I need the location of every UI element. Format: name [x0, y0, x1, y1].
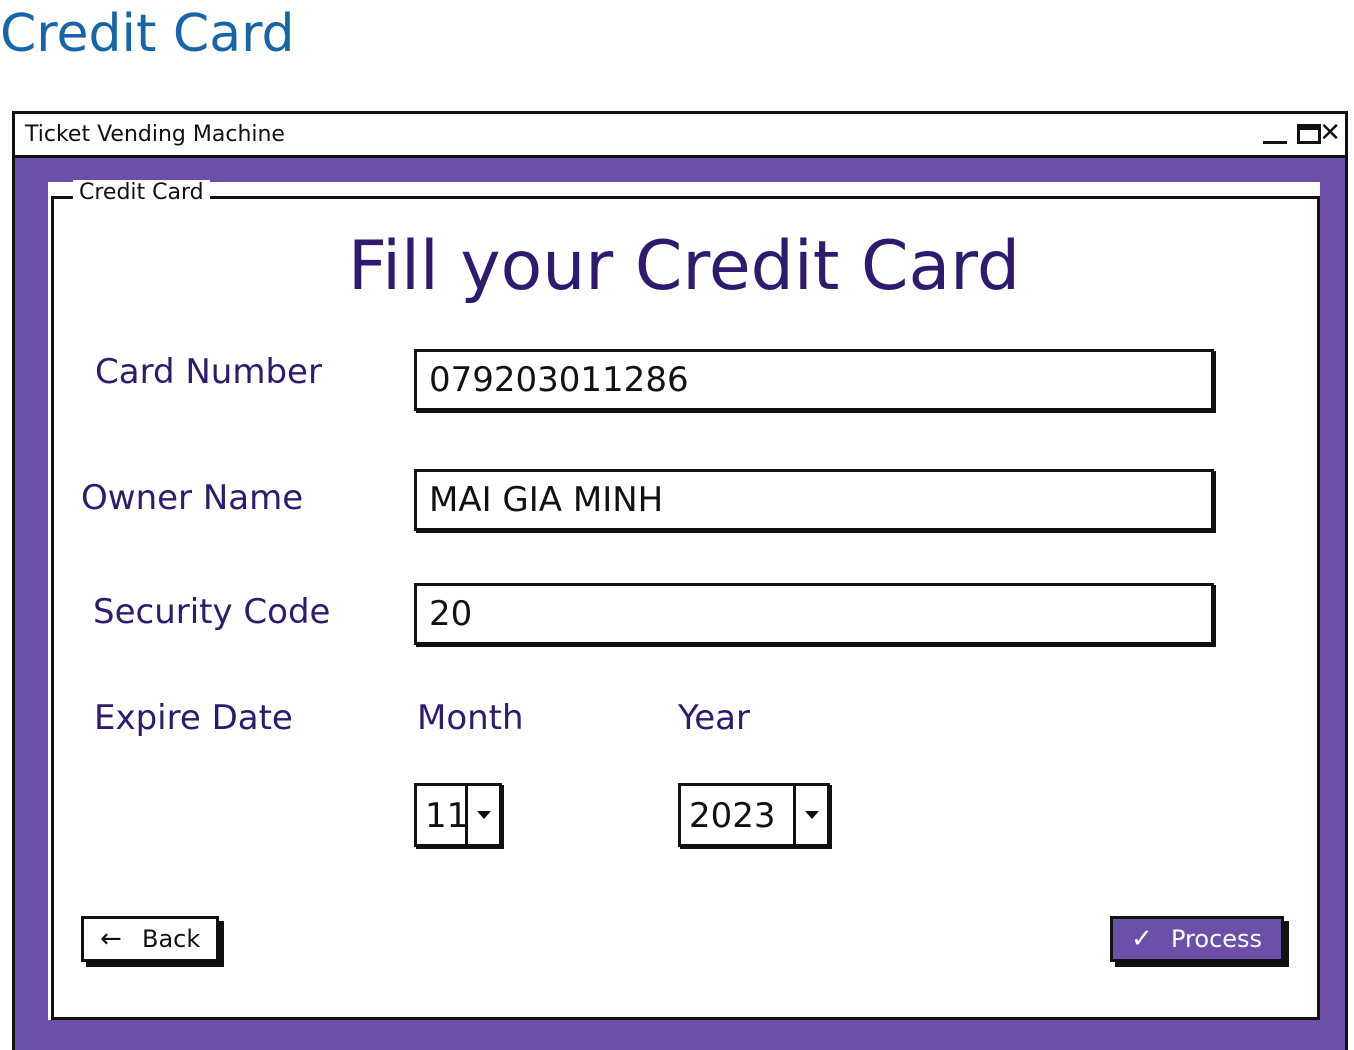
owner-name-value: MAI GIA MINH	[429, 480, 664, 520]
chevron-down-icon[interactable]	[465, 786, 499, 844]
window-titlebar: Ticket Vending Machine ✕	[15, 114, 1345, 158]
card-number-value: 079203011286	[429, 360, 689, 400]
maximize-icon[interactable]	[1297, 124, 1321, 144]
page-title: Credit Card	[0, 4, 295, 64]
year-label: Year	[678, 698, 750, 738]
minimize-icon[interactable]	[1263, 120, 1287, 144]
window-title: Ticket Vending Machine	[25, 122, 285, 147]
process-button-label: Process	[1171, 925, 1263, 953]
form-heading: Fill your Credit Card	[347, 227, 1021, 306]
panel-legend: Credit Card	[73, 180, 210, 205]
security-code-label: Security Code	[93, 592, 331, 632]
chevron-down-icon[interactable]	[793, 786, 827, 844]
check-icon: ✓	[1131, 924, 1153, 954]
year-select[interactable]: 2023	[678, 783, 830, 847]
month-label: Month	[417, 698, 524, 738]
month-select-value: 11	[425, 796, 469, 836]
back-button[interactable]: ← Back	[81, 916, 219, 962]
card-number-label: Card Number	[95, 352, 322, 392]
close-icon[interactable]: ✕	[1319, 118, 1341, 148]
month-select[interactable]: 11	[414, 783, 502, 847]
security-code-field[interactable]: 20	[414, 583, 1214, 645]
arrow-left-icon: ←	[100, 924, 122, 954]
owner-name-label: Owner Name	[81, 478, 304, 518]
security-code-value: 20	[429, 594, 473, 634]
expire-date-label: Expire Date	[94, 698, 293, 738]
back-button-label: Back	[142, 925, 201, 953]
app-window: Ticket Vending Machine ✕ Credit Card Fil…	[12, 111, 1348, 1050]
credit-card-panel: Credit Card Fill your Credit Card Card N…	[48, 180, 1320, 1020]
process-button[interactable]: ✓ Process	[1110, 916, 1284, 962]
card-number-field[interactable]: 079203011286	[414, 349, 1214, 411]
owner-name-field[interactable]: MAI GIA MINH	[414, 469, 1214, 531]
year-select-value: 2023	[689, 796, 776, 836]
